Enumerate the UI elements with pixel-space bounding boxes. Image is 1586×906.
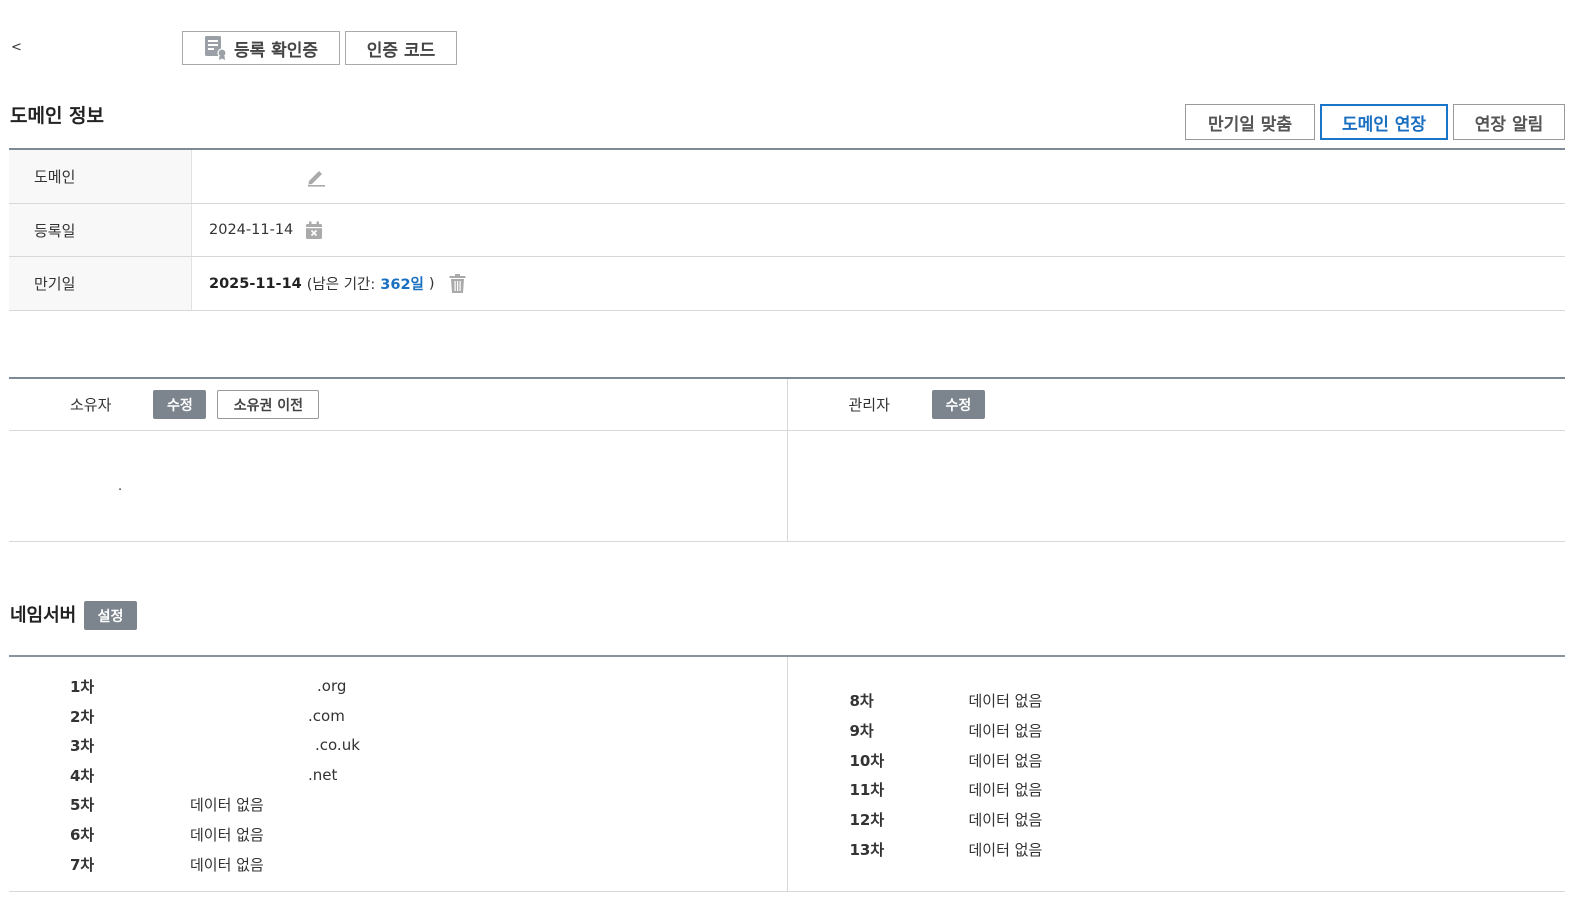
registration-certificate-label: 등록 확인증 bbox=[233, 40, 319, 61]
nameserver-index: 3차 bbox=[70, 736, 95, 755]
remaining-days: 362일 bbox=[380, 277, 424, 293]
owner-label: 소유자 bbox=[70, 396, 112, 414]
ownership-transfer-button[interactable]: 소유권 이전 bbox=[217, 390, 320, 419]
nameserver-row: 11차 데이터 없음 bbox=[849, 774, 1043, 804]
nameserver-row: 6차 데이터 없음 bbox=[70, 819, 264, 849]
nameserver-title: 네임서버 bbox=[10, 605, 77, 626]
domain-label: 도메인 bbox=[9, 150, 192, 203]
nameserver-row: 9차 데이터 없음 bbox=[849, 715, 1043, 745]
nameserver-index: 2차 bbox=[70, 707, 95, 726]
admin-label: 관리자 bbox=[848, 396, 890, 414]
nameserver-index: 13차 bbox=[849, 840, 885, 859]
nameserver-value: .org bbox=[317, 677, 347, 695]
owner-value: . bbox=[118, 479, 123, 494]
certificate-icon bbox=[204, 35, 228, 61]
registered-date-row: 등록일 2024-11-14 bbox=[9, 204, 1565, 257]
nameserver-value: 데이터 없음 bbox=[190, 795, 264, 814]
nameserver-index: 8차 bbox=[849, 691, 874, 710]
remaining-suffix: ) bbox=[428, 275, 435, 292]
trash-icon[interactable] bbox=[449, 274, 466, 293]
nameserver-row: 4차 .net bbox=[70, 760, 337, 790]
domain-value-cell bbox=[192, 150, 1565, 203]
nameserver-row: 1차 .org bbox=[70, 671, 346, 701]
owner-panel: 소유자 수정 소유권 이전 . bbox=[9, 379, 787, 541]
nameserver-index: 11차 bbox=[849, 780, 885, 799]
expiry-date-label: 만기일 bbox=[9, 257, 192, 310]
expiry-date-cell: 2025-11-14 (남은 기간: 362일 ) bbox=[192, 257, 1565, 310]
nameserver-row: 10차 데이터 없음 bbox=[849, 745, 1043, 775]
auth-code-button[interactable]: 인증 코드 bbox=[345, 31, 457, 65]
back-link[interactable]: < bbox=[11, 40, 22, 55]
nameserver-value: .co.uk bbox=[315, 736, 360, 754]
nameserver-value: 데이터 없음 bbox=[968, 751, 1043, 770]
renewal-notice-button[interactable]: 연장 알림 bbox=[1453, 104, 1565, 140]
domain-info-title: 도메인 정보 bbox=[10, 105, 105, 127]
nameserver-setup-button[interactable]: 설정 bbox=[84, 601, 137, 630]
nameserver-value: .com bbox=[308, 707, 345, 725]
nameserver-row: 13차 데이터 없음 bbox=[849, 834, 1043, 864]
nameserver-value: 데이터 없음 bbox=[968, 721, 1043, 740]
nameserver-index: 9차 bbox=[849, 721, 874, 740]
nameserver-value: 데이터 없음 bbox=[190, 825, 264, 844]
calendar-icon[interactable] bbox=[305, 221, 323, 240]
expiry-date-value: 2025-11-14 bbox=[209, 275, 302, 292]
nameserver-value: 데이터 없음 bbox=[968, 780, 1043, 799]
nameserver-row: 2차 .com bbox=[70, 701, 345, 731]
registered-date-label: 등록일 bbox=[9, 204, 192, 256]
edit-pencil-icon[interactable] bbox=[305, 166, 327, 188]
nameserver-row: 5차 데이터 없음 bbox=[70, 789, 264, 819]
nameserver-index: 6차 bbox=[70, 825, 95, 844]
registered-date-cell: 2024-11-14 bbox=[192, 204, 1565, 256]
admin-edit-button[interactable]: 수정 bbox=[931, 390, 985, 419]
nameserver-row: 8차 데이터 없음 bbox=[849, 685, 1043, 715]
nameserver-index: 4차 bbox=[70, 766, 95, 785]
nameserver-value: 데이터 없음 bbox=[190, 855, 264, 874]
owner-header: 소유자 수정 소유권 이전 bbox=[9, 379, 787, 431]
nameserver-row: 12차 데이터 없음 bbox=[849, 804, 1043, 834]
admin-panel: 관리자 수정 bbox=[786, 379, 1565, 541]
nameserver-index: 10차 bbox=[849, 751, 885, 770]
nameserver-index: 1차 bbox=[70, 677, 95, 696]
owner-edit-button[interactable]: 수정 bbox=[153, 390, 207, 419]
nameserver-table: 1차 .org 2차 .com 3차 .co.uk 4차 .net 5차 데이터… bbox=[9, 655, 1565, 892]
registration-certificate-button[interactable]: 등록 확인증 bbox=[182, 31, 340, 65]
nameserver-value: 데이터 없음 bbox=[968, 840, 1043, 859]
nameserver-index: 5차 bbox=[70, 795, 95, 814]
admin-header: 관리자 수정 bbox=[787, 379, 1565, 431]
nameserver-column-right: 8차 데이터 없음 9차 데이터 없음 10차 데이터 없음 11차 데이터 없… bbox=[786, 657, 1566, 891]
nameserver-value: 데이터 없음 bbox=[968, 691, 1043, 710]
nameserver-index: 7차 bbox=[70, 855, 95, 874]
remaining-prefix: (남은 기간: bbox=[306, 277, 376, 293]
nameserver-value: 데이터 없음 bbox=[968, 810, 1043, 829]
registered-date-value: 2024-11-14 bbox=[209, 222, 294, 238]
domain-row: 도메인 bbox=[9, 150, 1565, 204]
contacts-panel: 소유자 수정 소유권 이전 . 관리자 수정 bbox=[9, 377, 1565, 542]
domain-info-table: 도메인 등록일 2024-11-14 만기일 2025-11-14 (남은 기간… bbox=[9, 148, 1565, 311]
sync-expiry-button[interactable]: 만기일 맞춤 bbox=[1185, 104, 1315, 140]
nameserver-index: 12차 bbox=[849, 810, 885, 829]
nameserver-row: 7차 데이터 없음 bbox=[70, 849, 264, 879]
nameserver-value: .net bbox=[308, 766, 338, 784]
nameserver-column-left: 1차 .org 2차 .com 3차 .co.uk 4차 .net 5차 데이터… bbox=[9, 657, 787, 891]
nameserver-row: 3차 .co.uk bbox=[70, 730, 360, 760]
expiry-date-row: 만기일 2025-11-14 (남은 기간: 362일 ) bbox=[9, 257, 1565, 311]
renew-domain-button[interactable]: 도메인 연장 bbox=[1320, 104, 1448, 140]
